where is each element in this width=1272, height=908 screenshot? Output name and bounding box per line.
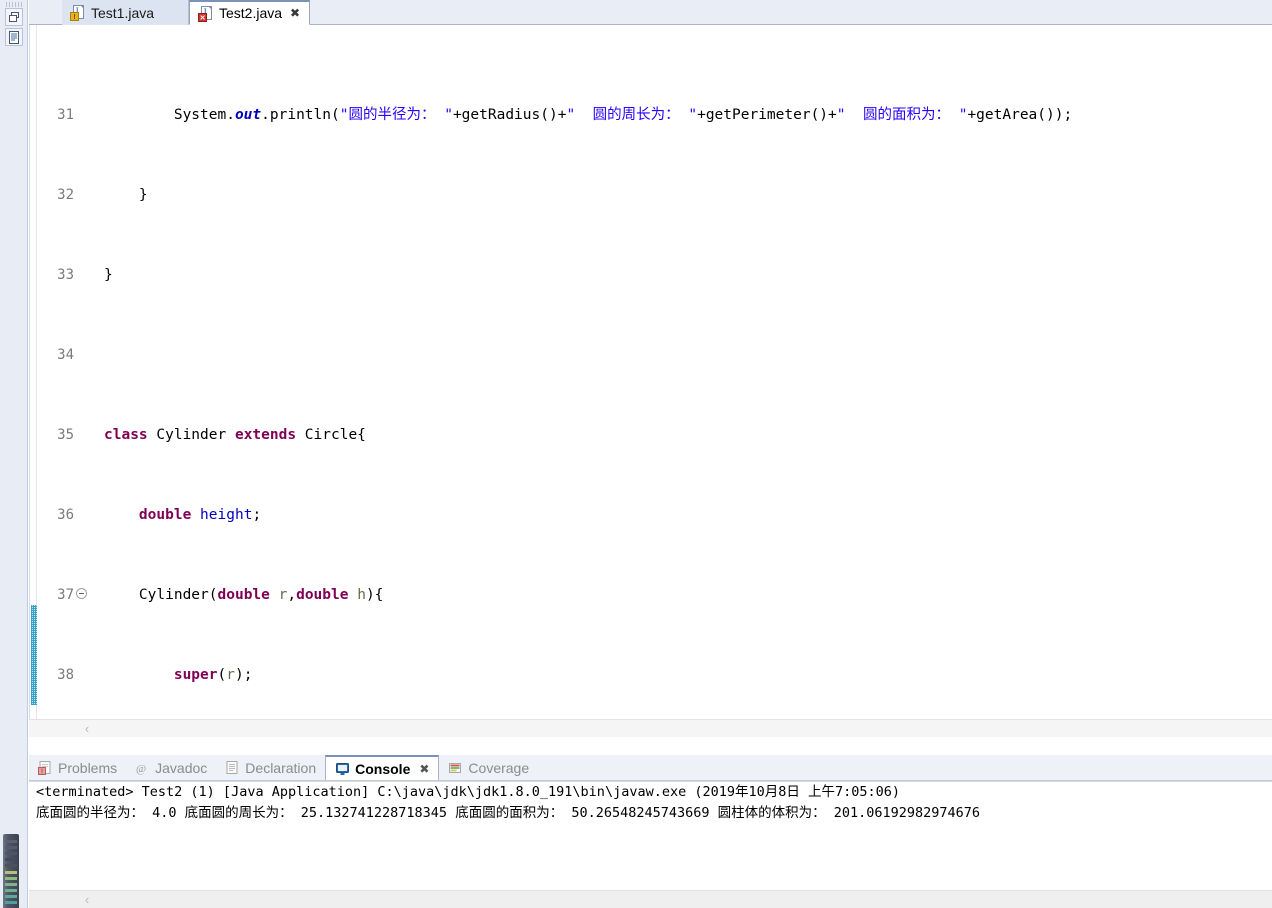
line-number: 33 bbox=[57, 267, 74, 283]
restore-glyph bbox=[9, 12, 19, 22]
tab-console[interactable]: Console ✖ bbox=[325, 755, 440, 780]
editor-tab-test1[interactable]: J ! Test1.java bbox=[62, 0, 189, 25]
code-line-35[interactable]: 35 class Cylinder extends Circle{ bbox=[30, 425, 366, 445]
svg-text:@: @ bbox=[136, 763, 146, 775]
code-line-34[interactable]: 34 bbox=[30, 345, 100, 365]
tab-declaration-label: Declaration bbox=[245, 759, 317, 776]
tab-problems-label: Problems bbox=[58, 759, 118, 776]
editor-horizontal-scrollbar[interactable]: ‹ bbox=[29, 719, 1272, 737]
code-line-32[interactable]: 32 } bbox=[30, 185, 148, 205]
line-number: 32 bbox=[57, 187, 74, 203]
declaration-icon bbox=[225, 760, 240, 775]
line-source: class Cylinder extends Circle{ bbox=[104, 427, 366, 443]
left-fast-view-bar bbox=[0, 0, 28, 908]
code-line-36[interactable]: 36 double height; bbox=[30, 505, 261, 525]
problems-icon: ! bbox=[38, 760, 53, 775]
close-icon[interactable]: ✖ bbox=[290, 7, 300, 19]
line-source: } bbox=[104, 187, 148, 203]
editor-tab-test2-label: Test2.java bbox=[219, 5, 283, 21]
console-status-line: <terminated> Test2 (1) [Java Application… bbox=[36, 784, 901, 800]
tab-console-label: Console bbox=[355, 760, 411, 777]
bottom-panel-tab-bar: ! Problems @ Javadoc Declaration Console… bbox=[29, 755, 1272, 781]
line-source: Cylinder(double r,double h){ bbox=[104, 587, 384, 603]
tab-coverage-label: Coverage bbox=[468, 759, 530, 776]
scroll-left-arrow-icon[interactable]: ‹ bbox=[79, 721, 95, 737]
outline-view-icon[interactable] bbox=[5, 28, 23, 46]
eclipse-window: J ! Test1.java J ✕ Test2.java ✖ 31 Syste… bbox=[0, 0, 1272, 908]
editor-tab-bar: J ! Test1.java J ✕ Test2.java ✖ bbox=[29, 0, 1272, 25]
line-source: double height; bbox=[138, 507, 262, 523]
code-lines: 31 System.out.println("圆的半径为： "+getRadiu… bbox=[30, 25, 1072, 719]
bottom-view-stack: ! Problems @ Javadoc Declaration Console… bbox=[29, 755, 1272, 908]
line-number: 38 bbox=[57, 667, 74, 683]
line-number: 37 bbox=[57, 587, 74, 603]
console-icon bbox=[335, 762, 350, 776]
console-output-line: 底面圆的半径为： 4.0 底面圆的周长为： 25.132741228718345… bbox=[36, 805, 981, 821]
tab-declaration[interactable]: Declaration bbox=[216, 755, 325, 780]
java-file-error-icon: J ✕ bbox=[198, 5, 214, 22]
tab-javadoc-label: Javadoc bbox=[155, 759, 208, 776]
left-bar-grip[interactable] bbox=[6, 2, 22, 7]
close-icon[interactable]: ✖ bbox=[419, 762, 429, 776]
editor-tab-test1-label: Test1.java bbox=[91, 4, 155, 21]
code-line-33[interactable]: 33 } bbox=[30, 265, 113, 285]
line-number: 34 bbox=[57, 347, 74, 363]
fold-collapse-icon[interactable] bbox=[76, 588, 87, 599]
editor-tab-test2[interactable]: J ✕ Test2.java ✖ bbox=[189, 0, 310, 25]
java-file-warning-icon: J ! bbox=[70, 5, 86, 21]
console-output[interactable]: <terminated> Test2 (1) [Java Application… bbox=[29, 781, 1272, 890]
coverage-icon bbox=[448, 761, 463, 775]
tab-javadoc[interactable]: @ Javadoc bbox=[126, 755, 216, 780]
restore-view-icon[interactable] bbox=[5, 8, 23, 26]
svg-text:!: ! bbox=[41, 768, 43, 775]
code-line-37[interactable]: 37 Cylinder(double r,double h){ bbox=[30, 585, 383, 605]
code-line-31[interactable]: 31 System.out.println("圆的半径为： "+getRadiu… bbox=[30, 105, 1072, 125]
console-horizontal-scrollbar[interactable]: ‹ bbox=[29, 890, 1272, 908]
line-source: } bbox=[104, 267, 113, 283]
javadoc-icon: @ bbox=[135, 761, 150, 775]
code-line-38[interactable]: 38 super(r); bbox=[30, 665, 252, 685]
tab-coverage[interactable]: Coverage bbox=[439, 755, 538, 780]
left-bar-bottom-strip[interactable] bbox=[3, 834, 19, 908]
outline-glyph bbox=[9, 30, 19, 44]
code-editor[interactable]: 31 System.out.println("圆的半径为： "+getRadiu… bbox=[29, 25, 1272, 719]
tab-problems[interactable]: ! Problems bbox=[29, 755, 126, 780]
line-number: 35 bbox=[57, 427, 74, 443]
line-source: super(r); bbox=[173, 667, 253, 683]
line-source: System.out.println("圆的半径为： "+getRadius()… bbox=[104, 107, 1073, 123]
scroll-left-arrow-icon[interactable]: ‹ bbox=[79, 892, 95, 908]
line-number: 31 bbox=[57, 107, 74, 123]
line-number: 36 bbox=[57, 507, 74, 523]
